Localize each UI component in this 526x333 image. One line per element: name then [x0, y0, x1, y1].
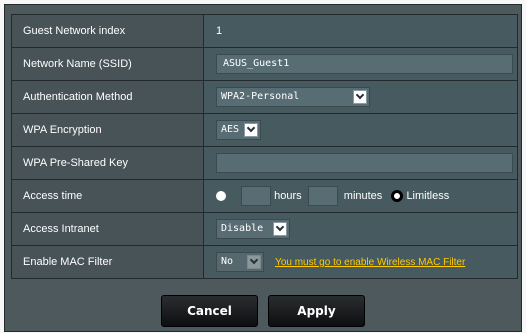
chevron-down-icon[interactable] — [273, 222, 287, 236]
auth-method-label: Authentication Method — [11, 80, 204, 114]
guest-network-index-value: 1 — [203, 14, 518, 48]
row-ssid: Network Name (SSID) ASUS_Guest1 — [11, 47, 518, 81]
mac-filter-value: No — [221, 256, 234, 267]
row-mac-filter: Enable MAC Filter No You must go to enab… — [11, 245, 518, 279]
ssid-label: Network Name (SSID) — [11, 47, 204, 81]
enable-mac-filter-link[interactable]: You must go to enable Wireless MAC Filte… — [275, 257, 465, 268]
mac-filter-select[interactable]: No — [216, 252, 264, 272]
access-intranet-select[interactable]: Disable — [216, 219, 290, 239]
mac-filter-label: Enable MAC Filter — [11, 245, 204, 279]
row-psk: WPA Pre-Shared Key — [11, 146, 518, 180]
row-auth-method: Authentication Method WPA2-Personal — [11, 80, 518, 114]
psk-input[interactable] — [216, 153, 513, 173]
apply-button[interactable]: Apply — [268, 295, 365, 327]
access-time-limited-radio[interactable] — [216, 191, 226, 201]
minutes-label: minutes — [343, 190, 383, 202]
access-intranet-value: Disable — [221, 223, 264, 234]
minutes-input[interactable] — [307, 186, 338, 206]
auth-method-select[interactable]: WPA2-Personal — [216, 87, 370, 107]
access-time-limitless-radio[interactable] — [391, 190, 404, 202]
row-access-intranet: Access Intranet Disable — [11, 212, 518, 246]
wpa-encryption-label: WPA Encryption — [11, 113, 204, 147]
chevron-down-icon — [247, 255, 261, 269]
row-access-time: Access time hours minutes Limitless — [11, 179, 518, 213]
hours-label: hours — [274, 190, 302, 202]
access-intranet-label: Access Intranet — [11, 212, 204, 246]
wpa-encryption-select[interactable]: AES — [216, 120, 261, 140]
guest-network-form: Guest Network index 1 Network Name (SSID… — [11, 14, 518, 279]
row-wpa-encryption: WPA Encryption AES — [11, 113, 518, 147]
psk-label: WPA Pre-Shared Key — [11, 146, 204, 180]
auth-method-value: WPA2-Personal — [221, 91, 300, 102]
guest-network-index-label: Guest Network index — [11, 14, 204, 48]
row-guest-network-index: Guest Network index 1 — [11, 14, 518, 48]
guest-network-panel: Guest Network index 1 Network Name (SSID… — [4, 4, 522, 332]
ssid-input[interactable]: ASUS_Guest1 — [216, 54, 513, 74]
access-time-label: Access time — [11, 179, 204, 213]
chevron-down-icon[interactable] — [244, 123, 258, 137]
button-bar: Cancel Apply — [5, 295, 521, 329]
hours-input[interactable] — [241, 186, 272, 206]
wpa-encryption-value: AES — [221, 124, 240, 135]
limitless-label: Limitless — [406, 190, 450, 202]
cancel-button[interactable]: Cancel — [161, 295, 258, 327]
chevron-down-icon[interactable] — [353, 90, 367, 104]
